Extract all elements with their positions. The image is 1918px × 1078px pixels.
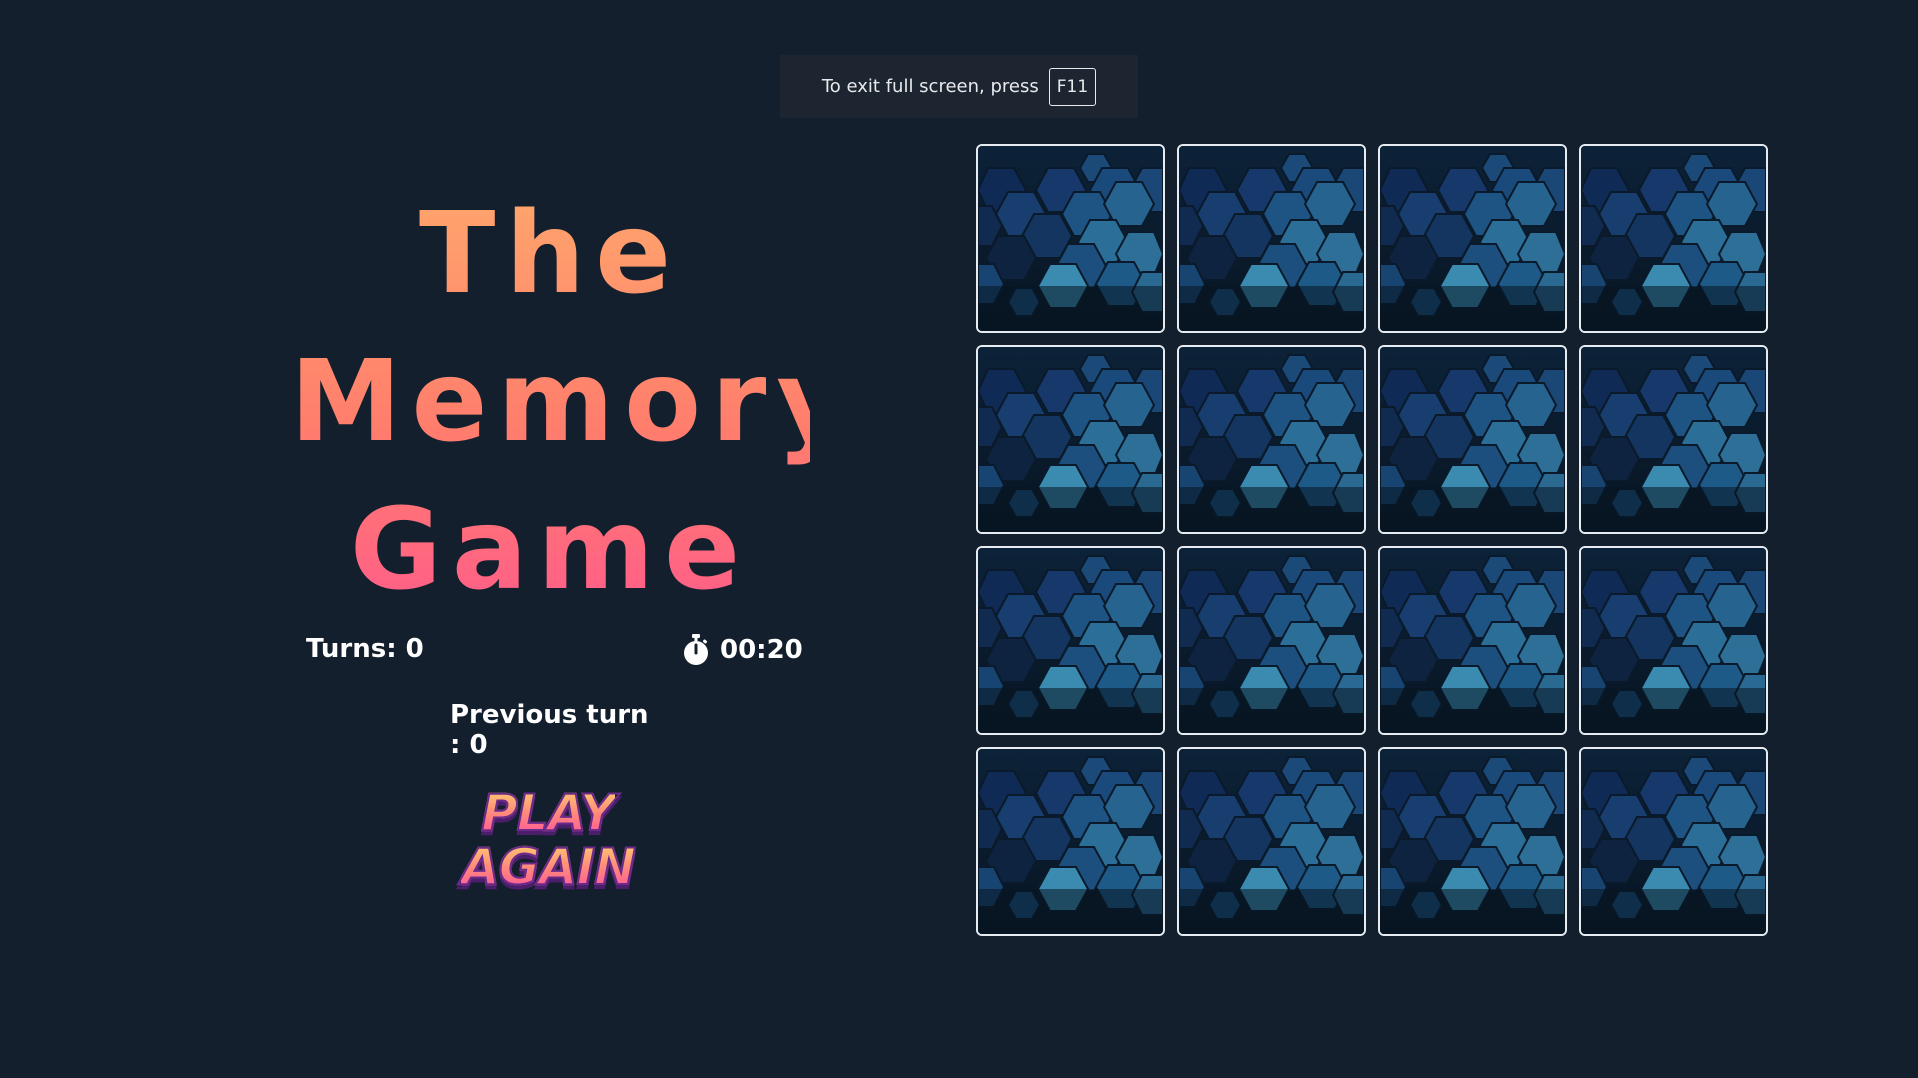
fullscreen-key: F11 xyxy=(1048,67,1097,106)
card-back-pattern xyxy=(978,146,1163,331)
memory-card[interactable] xyxy=(1378,747,1567,936)
card-back-pattern xyxy=(1380,146,1565,331)
memory-card[interactable] xyxy=(1378,345,1567,534)
card-back-pattern xyxy=(978,548,1163,733)
memory-card[interactable] xyxy=(1579,747,1768,936)
card-back-pattern xyxy=(1380,548,1565,733)
memory-card[interactable] xyxy=(976,345,1165,534)
card-back-pattern xyxy=(1380,347,1565,532)
memory-card[interactable] xyxy=(1378,144,1567,333)
timer: 00:20 xyxy=(682,634,803,666)
memory-card[interactable] xyxy=(1579,144,1768,333)
card-back-pattern xyxy=(1581,146,1766,331)
memory-card[interactable] xyxy=(1177,747,1366,936)
card-back-pattern xyxy=(1179,146,1364,331)
memory-card[interactable] xyxy=(976,747,1165,936)
game-page: To exit full screen, press F11 The Memor… xyxy=(0,0,1918,1078)
memory-card[interactable] xyxy=(1177,144,1366,333)
card-back-pattern xyxy=(1581,548,1766,733)
card-grid xyxy=(976,144,1768,936)
play-again-button[interactable]: PLAY AGAIN xyxy=(448,780,648,900)
memory-card[interactable] xyxy=(976,546,1165,735)
card-back-pattern xyxy=(1179,548,1364,733)
play-again-line-2: AGAIN xyxy=(460,838,637,896)
fullscreen-notice: To exit full screen, press F11 xyxy=(780,55,1138,118)
card-back-pattern xyxy=(1179,347,1364,532)
game-title: The Memory_ Game xyxy=(290,180,810,624)
turns-counter: Turns: 0 xyxy=(306,634,424,664)
title-line-1: The xyxy=(418,189,682,319)
previous-turn: Previous turn : 0 xyxy=(450,700,649,760)
card-back-pattern xyxy=(978,749,1163,934)
title-line-3: Game xyxy=(349,485,751,615)
memory-card[interactable] xyxy=(1378,546,1567,735)
card-back-pattern xyxy=(1581,749,1766,934)
card-back-pattern xyxy=(1581,347,1766,532)
stopwatch-icon xyxy=(684,634,708,665)
play-again-line-1: PLAY xyxy=(480,784,617,842)
memory-card[interactable] xyxy=(1177,345,1366,534)
card-back-pattern xyxy=(978,347,1163,532)
card-back-pattern xyxy=(1179,749,1364,934)
title-line-2: Memory_ xyxy=(290,337,926,467)
memory-card[interactable] xyxy=(1177,546,1366,735)
memory-card[interactable] xyxy=(1579,546,1768,735)
fullscreen-notice-text: To exit full screen, press xyxy=(821,76,1039,97)
memory-card[interactable] xyxy=(1579,345,1768,534)
memory-card[interactable] xyxy=(976,144,1165,333)
card-back-pattern xyxy=(1380,749,1565,934)
timer-value: 00:20 xyxy=(720,635,803,665)
